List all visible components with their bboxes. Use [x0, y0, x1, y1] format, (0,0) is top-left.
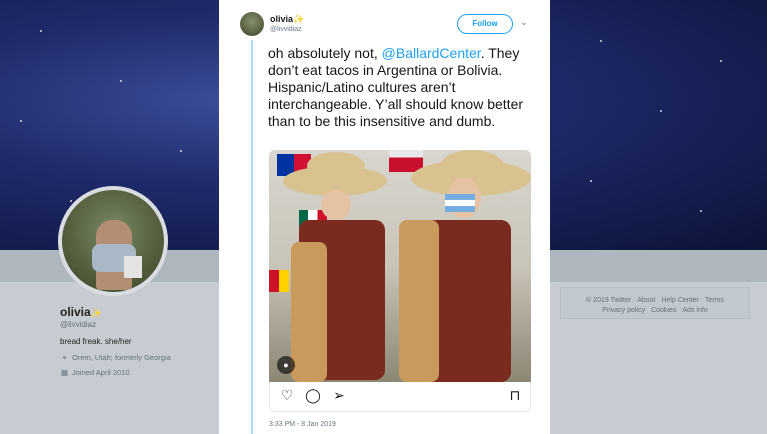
sparkle-icon: ✨ — [293, 14, 305, 24]
footer-cookies-link[interactable]: Cookies — [651, 307, 676, 314]
tweet-photo[interactable]: ● — [269, 150, 531, 382]
location-pin-icon: ⌖ — [62, 353, 67, 362]
reply-icon[interactable]: ◯ — [304, 387, 322, 404]
profile-name: olivia✨ — [60, 305, 102, 319]
profile-location: ⌖ Orem, Utah; formerly Georgia — [60, 353, 170, 363]
user-tag-icon[interactable]: ● — [277, 356, 295, 374]
chevron-down-icon[interactable]: ⌄ — [520, 17, 528, 28]
follow-button[interactable]: Follow — [457, 14, 513, 34]
footer-about-link[interactable]: About — [637, 297, 655, 304]
tweet-author-avatar[interactable] — [240, 12, 264, 36]
footer-links: © 2019 Twitter About Help Center Terms Priv… — [560, 296, 750, 316]
tweet-author-handle[interactable]: @livvidiaz — [270, 26, 302, 33]
sparkle-icon: ✨ — [90, 308, 102, 318]
share-icon[interactable]: ➢ — [330, 387, 348, 404]
tweet-text: oh absolutely not, @BallardCenter. They … — [268, 45, 524, 129]
tweet-actions: ♡ ◯ ➢ ⊓ — [269, 382, 531, 412]
tweet-author-name[interactable]: olivia✨ — [270, 14, 304, 25]
profile-avatar[interactable] — [58, 186, 168, 296]
mention-link[interactable]: @BallardCenter — [382, 45, 481, 61]
tweet-timestamp[interactable]: 3:33 PM - 8 Jan 2019 — [269, 421, 336, 428]
calendar-icon: ▦ — [60, 368, 69, 377]
like-icon[interactable]: ♡ — [278, 387, 296, 404]
profile-joined: ▦ Joined April 2010 — [60, 368, 130, 377]
footer-help-link[interactable]: Help Center — [661, 297, 698, 304]
profile-handle: @livvidiaz — [60, 320, 97, 329]
footer-privacy-link[interactable]: Privacy policy — [602, 307, 645, 314]
footer-copyright: © 2019 Twitter — [586, 297, 632, 304]
bookmark-icon[interactable]: ⊓ — [506, 387, 524, 404]
profile-bio: bread freak. she/her — [60, 337, 132, 346]
thread-line — [251, 40, 253, 434]
footer-ads-link[interactable]: Ads info — [682, 307, 707, 314]
footer-terms-link[interactable]: Terms — [705, 297, 724, 304]
